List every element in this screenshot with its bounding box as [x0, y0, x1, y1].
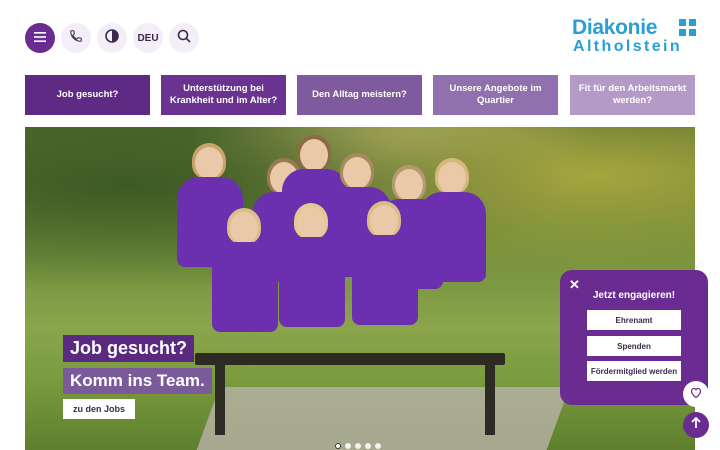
contrast-button[interactable]: [97, 23, 127, 53]
hero-path: [190, 387, 570, 450]
logo-line1: Diakonie: [572, 16, 658, 39]
slider-dots: [335, 443, 381, 449]
menu-button[interactable]: [25, 23, 55, 53]
jobs-cta-button[interactable]: zu den Jobs: [63, 399, 136, 419]
diakonie-logo[interactable]: Diakonie Altholstein: [572, 16, 696, 58]
hero-caption-subtitle: Komm ins Team.: [63, 368, 212, 394]
ehrenamt-button[interactable]: Ehrenamt: [587, 310, 681, 330]
nav-job-gesucht[interactable]: Job gesucht?: [25, 75, 150, 115]
search-icon: [177, 29, 191, 48]
engagement-title: Jetzt engagieren!: [592, 290, 676, 301]
slider-dot[interactable]: [345, 443, 351, 449]
language-label: DEU: [137, 32, 159, 44]
heart-icon: [690, 385, 702, 403]
language-button[interactable]: DEU: [133, 23, 163, 53]
contrast-icon: [105, 28, 119, 48]
search-button[interactable]: [169, 23, 199, 53]
nav-angebote[interactable]: Unsere Angebote im Quartier: [433, 75, 558, 115]
foerdermitglied-button[interactable]: Fördermitglied werden: [587, 361, 681, 381]
top-bar: DEU Diakonie Altholstein: [0, 0, 720, 70]
slider-dot[interactable]: [355, 443, 361, 449]
cross-icon: [679, 19, 696, 36]
slider-dot[interactable]: [365, 443, 371, 449]
scroll-to-top-button[interactable]: [683, 412, 709, 438]
spenden-button[interactable]: Spenden: [587, 336, 681, 356]
nav-alltag[interactable]: Den Alltag meistern?: [297, 75, 422, 115]
logo-line2: Altholstein: [573, 38, 683, 55]
phone-icon: [69, 29, 83, 48]
phone-button[interactable]: [61, 23, 91, 53]
nav-arbeitsmarkt[interactable]: Fit für den Arbeitsmarkt werden?: [570, 75, 695, 115]
hero-caption-title: Job gesucht?: [63, 335, 195, 362]
menu-icon: [34, 29, 46, 47]
slider-dot[interactable]: [375, 443, 381, 449]
heart-button[interactable]: [683, 381, 709, 407]
nav-unterstuetzung[interactable]: Unterstützung bei Krankheit und im Alter…: [161, 75, 286, 115]
main-navigation: Job gesucht? Unterstützung bei Krankheit…: [25, 75, 695, 115]
arrow-up-icon: [691, 416, 701, 434]
bench: [195, 353, 505, 365]
slider-dot[interactable]: [335, 443, 341, 449]
